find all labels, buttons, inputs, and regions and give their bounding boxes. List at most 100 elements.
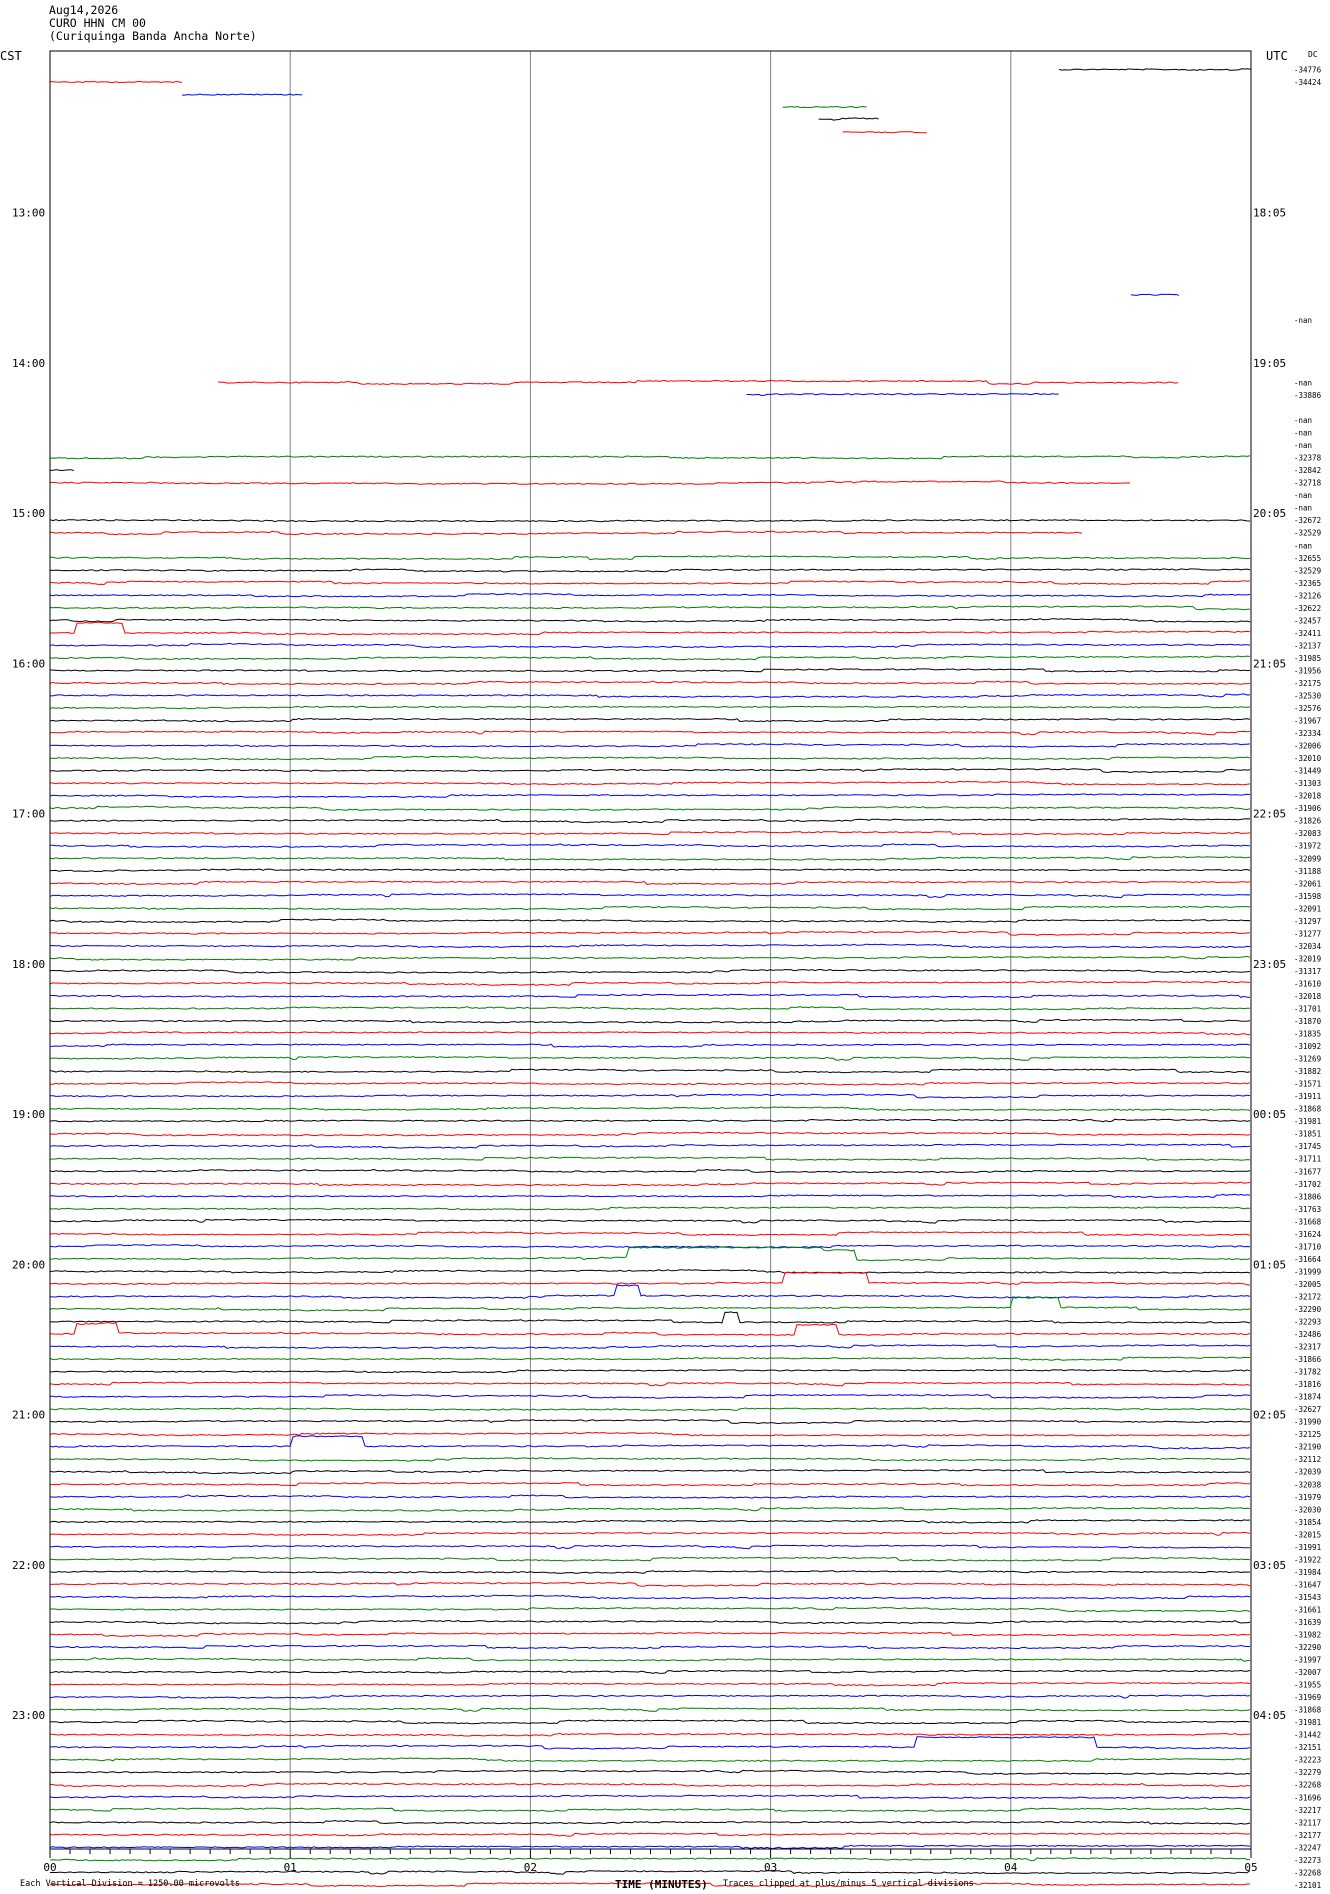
dc-offset-label: -31711	[1294, 1155, 1321, 1164]
seismic-trace	[49, 1844, 1251, 1850]
dc-offset-label: -32101	[1294, 1881, 1321, 1890]
dc-offset-label: -31999	[1294, 1267, 1321, 1276]
dc-offset-label: -32627	[1294, 1405, 1321, 1414]
seismic-trace	[218, 379, 1179, 385]
clip-note: Traces clipped at plus/minus 5 vertical …	[723, 1879, 974, 1889]
seismic-trace	[49, 1457, 1251, 1462]
dc-offset-label: -31661	[1294, 1605, 1321, 1614]
dc-offset-label: -31979	[1294, 1493, 1321, 1502]
dc-offset-label: -31835	[1294, 1030, 1321, 1039]
seismic-trace	[49, 1435, 1251, 1450]
dc-offset-label: -31990	[1294, 1418, 1322, 1427]
seismic-trace	[50, 1093, 1251, 1099]
left-hour-label: 17:00	[12, 808, 45, 821]
dc-offset-label: -32290	[1294, 1305, 1322, 1314]
seismic-trace	[49, 893, 1251, 899]
seismic-trace	[49, 621, 1251, 636]
seismic-trace	[182, 93, 303, 96]
seismic-trace	[49, 1284, 1251, 1299]
seismic-trace	[49, 1193, 1251, 1198]
seismic-trace	[49, 1707, 1251, 1712]
dc-offset-label: -32672	[1294, 516, 1321, 525]
seismic-trace	[49, 1469, 1251, 1475]
dc-offset-label: -31874	[1294, 1393, 1322, 1402]
seismic-trace	[49, 880, 1251, 885]
dc-offset-label: -32083	[1294, 829, 1321, 838]
seismic-trace	[49, 717, 1251, 723]
dc-offset-label: -31647	[1294, 1580, 1321, 1589]
dc-offset-label: -31677	[1294, 1167, 1321, 1176]
right-hour-label: 04:05	[1253, 1709, 1286, 1722]
dc-offset-label: -31702	[1294, 1180, 1321, 1189]
right-hour-label: 02:05	[1253, 1409, 1286, 1422]
right-hour-label: 20:05	[1253, 507, 1286, 520]
left-hour-label: 19:00	[12, 1108, 45, 1121]
right-zone-label: UTC	[1266, 49, 1288, 63]
seismic-trace	[49, 1006, 1251, 1011]
dc-offset-label: -nan	[1294, 504, 1312, 513]
seismic-trace	[1058, 68, 1251, 72]
dc-offset-label: -32007	[1294, 1668, 1321, 1677]
seismic-trace	[49, 868, 1251, 873]
dc-offset-label: -31639	[1294, 1618, 1321, 1627]
seismic-trace	[49, 1807, 1251, 1812]
seismic-trace	[49, 1431, 1251, 1437]
scale-note: Each Vertical Division = 1250.00 microvo…	[20, 1879, 241, 1889]
seismic-trace	[49, 1118, 1251, 1123]
seismic-trace	[49, 642, 1251, 649]
seismic-trace	[49, 1311, 1251, 1324]
dc-offset-label: -31303	[1294, 779, 1321, 788]
right-hour-label: 00:05	[1253, 1108, 1286, 1121]
seismic-trace	[49, 1269, 1251, 1274]
x-axis-title: TIME (MINUTES)	[615, 1878, 708, 1891]
seismic-trace	[49, 1218, 1251, 1224]
dc-offset-label: -31610	[1294, 979, 1322, 988]
dc-offset-label: -32112	[1294, 1455, 1321, 1464]
seismic-trace	[49, 1394, 1251, 1399]
dc-offset-label: -31982	[1294, 1631, 1321, 1640]
seismic-trace	[49, 1570, 1251, 1574]
seismic-trace	[49, 1581, 1251, 1587]
seismic-trace	[49, 993, 1251, 998]
seismic-trace	[49, 1031, 1251, 1036]
dc-offset-label: -31624	[1294, 1230, 1322, 1239]
seismic-trace	[50, 1081, 1251, 1086]
seismic-trace	[50, 930, 1251, 936]
dc-offset-label: -32317	[1294, 1343, 1321, 1352]
seismic-trace	[50, 1344, 1251, 1349]
left-hour-label: 23:00	[12, 1709, 45, 1722]
seismic-trace	[50, 843, 1251, 848]
seismic-trace	[50, 1870, 1251, 1875]
seismic-trace	[49, 1206, 1251, 1211]
dc-offset-label: -31969	[1294, 1693, 1321, 1702]
dc-offset-label: -nan	[1294, 379, 1312, 388]
seismic-trace	[49, 1606, 1251, 1613]
seismic-trace	[50, 555, 1251, 561]
seismic-trace	[49, 1482, 1250, 1487]
right-hour-label: 22:05	[1253, 808, 1286, 821]
seismic-trace	[818, 117, 879, 121]
dc-offset-label: -32030	[1294, 1505, 1322, 1514]
dc-offset-label: -31911	[1294, 1092, 1321, 1101]
seismic-trace	[49, 1106, 1251, 1111]
seismic-trace	[49, 1594, 1251, 1600]
seismic-trace	[49, 780, 1251, 786]
seismic-trace	[49, 805, 1251, 811]
seismic-trace	[1130, 293, 1180, 296]
dc-offset-label: -32842	[1294, 466, 1321, 475]
dc-offset-label: -31449	[1294, 767, 1321, 776]
dc-offset-label: -32190	[1294, 1443, 1322, 1452]
dc-offset-label: -34424	[1294, 78, 1322, 87]
seismic-trace	[49, 1296, 1251, 1312]
dc-offset-label: -31188	[1294, 867, 1322, 876]
seismic-trace	[49, 1531, 1251, 1536]
dc-offset-label: -32039	[1294, 1468, 1321, 1477]
dc-offset-label: -32117	[1294, 1818, 1321, 1827]
seismic-trace	[50, 1644, 1250, 1650]
dc-offset-label: -32655	[1294, 554, 1321, 563]
x-tick-label: 02	[524, 1861, 537, 1874]
dc-offset-label: -31922	[1294, 1555, 1321, 1564]
seismic-trace	[49, 455, 1251, 460]
dc-offset-label: -32005	[1294, 1280, 1321, 1289]
dc-offset-label: -31816	[1294, 1380, 1322, 1389]
